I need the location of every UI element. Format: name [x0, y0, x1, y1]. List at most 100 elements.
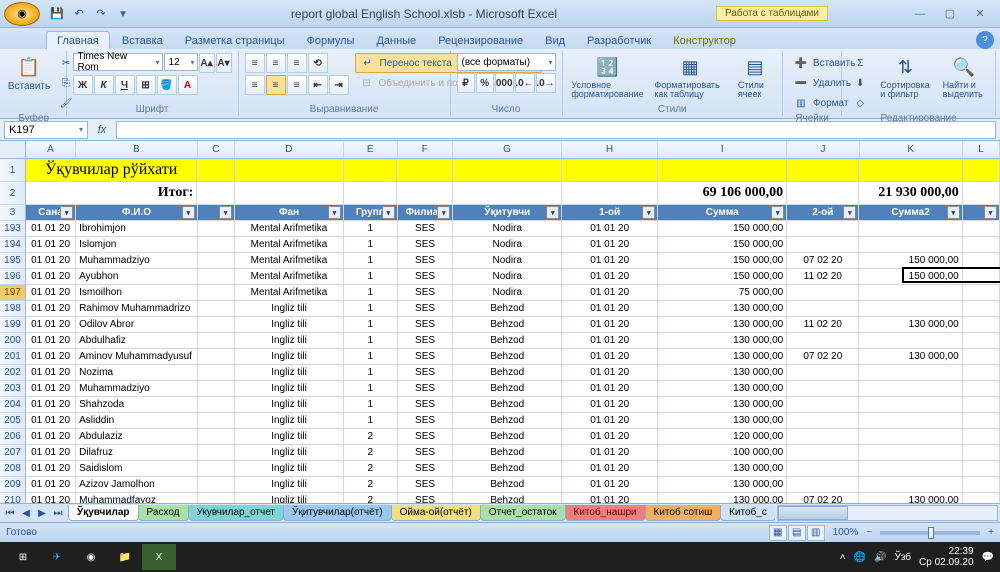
cell[interactable]: Nozima [76, 365, 198, 381]
tab-page-layout[interactable]: Разметка страницы [175, 32, 295, 49]
cell[interactable]: 1 [344, 349, 398, 365]
cell[interactable] [859, 159, 962, 182]
col-header[interactable]: H [562, 141, 658, 158]
font-color-button[interactable]: A [178, 75, 198, 95]
scrollbar-thumb[interactable] [778, 506, 848, 520]
cell[interactable] [963, 461, 1000, 477]
cell[interactable]: 2 [344, 477, 398, 493]
chrome-icon[interactable]: ◉ [74, 544, 108, 570]
cell[interactable]: 01 01 20 [26, 221, 76, 237]
cell[interactable] [787, 477, 859, 493]
table-header[interactable]: Сана [26, 205, 76, 221]
zoom-in-button[interactable]: + [988, 527, 994, 538]
cell[interactable]: 01 01 20 [26, 269, 76, 285]
font-size-combo[interactable]: 12 [164, 53, 198, 71]
zoom-out-button[interactable]: − [866, 527, 872, 538]
cell[interactable] [562, 159, 658, 182]
cell[interactable]: Ingliz tili [235, 317, 344, 333]
cell[interactable]: 01 01 20 [26, 477, 76, 493]
zoom-thumb[interactable] [928, 527, 934, 539]
cell[interactable] [963, 381, 1000, 397]
cell[interactable]: Ingliz tili [235, 397, 344, 413]
cell[interactable] [198, 349, 235, 365]
cell[interactable]: 1 [344, 285, 398, 301]
currency-button[interactable]: ₽ [457, 73, 475, 93]
cell[interactable] [787, 397, 859, 413]
cell[interactable] [963, 333, 1000, 349]
cell[interactable]: Muhammadziyo [76, 381, 198, 397]
align-bottom-button[interactable]: ≡ [287, 53, 307, 73]
cell[interactable]: Ingliz tili [235, 477, 344, 493]
volume-icon[interactable]: 🔊 [874, 552, 886, 563]
table-header[interactable]: Сумма [658, 205, 787, 221]
comma-button[interactable]: 000 [495, 73, 514, 93]
cell[interactable]: Ingliz tili [235, 333, 344, 349]
col-header[interactable]: F [398, 141, 453, 158]
cell[interactable] [562, 182, 658, 205]
select-all-corner[interactable] [0, 141, 26, 159]
cell[interactable] [198, 413, 235, 429]
row-header[interactable]: 195 [0, 253, 25, 269]
cell[interactable]: 01 01 20 [562, 317, 658, 333]
undo-icon[interactable]: ↶ [70, 5, 88, 23]
table-header[interactable]: Ўқитувчи [453, 205, 562, 221]
paste-button[interactable]: 📋 Вставить [8, 53, 50, 94]
cell[interactable]: 01 01 20 [562, 285, 658, 301]
align-middle-button[interactable]: ≡ [266, 53, 286, 73]
cell[interactable]: 07 02 20 [787, 349, 859, 365]
next-sheet-button[interactable]: ▶ [34, 505, 50, 521]
cell[interactable] [787, 159, 859, 182]
cell[interactable]: Odilov Abror [76, 317, 198, 333]
zoom-slider[interactable] [880, 531, 980, 535]
cells-area[interactable]: Ўқувчилар рўйхатиИтог:69 106 000,0021 93… [26, 159, 1000, 503]
sheet-tab[interactable]: Ўқувчилар [68, 505, 139, 521]
formula-input[interactable] [116, 121, 996, 139]
cell[interactable]: 01 01 20 [562, 365, 658, 381]
cell[interactable]: Dilafruz [76, 445, 198, 461]
table-header[interactable]: Филиал [398, 205, 454, 221]
cell[interactable]: Ingliz tili [235, 349, 344, 365]
cell[interactable]: 01 01 20 [26, 333, 76, 349]
cell[interactable]: Muhammadziyo [76, 253, 198, 269]
cell[interactable]: 150 000,00 [658, 269, 787, 285]
cell[interactable]: 150 000,00 [859, 269, 962, 285]
cell[interactable] [963, 205, 1000, 221]
cell[interactable] [198, 397, 235, 413]
horizontal-scrollbar[interactable] [777, 505, 998, 521]
cell[interactable]: 01 01 20 [562, 477, 658, 493]
cell[interactable]: 1 [344, 381, 398, 397]
sheet-tab[interactable]: Китоб_нашри [565, 505, 646, 521]
clear-button[interactable]: ◇ [848, 93, 872, 113]
table-header[interactable]: Групп [344, 205, 398, 221]
first-sheet-button[interactable]: ⏮ [2, 505, 18, 521]
cell[interactable]: Mental Arifmetika [235, 285, 344, 301]
start-button[interactable]: ⊞ [6, 544, 40, 570]
table-header[interactable] [198, 205, 235, 221]
cell[interactable]: SES [398, 397, 454, 413]
cell[interactable]: Ingliz tili [235, 493, 344, 503]
cell-styles-button[interactable]: ▤Стили ячеек [734, 53, 776, 101]
italic-button[interactable]: К [94, 75, 114, 95]
cell[interactable]: SES [398, 381, 454, 397]
cell[interactable]: SES [398, 477, 454, 493]
cell[interactable] [198, 461, 235, 477]
cell[interactable]: Behzod [453, 349, 562, 365]
language-indicator[interactable]: Ўзб [894, 552, 911, 563]
cell[interactable]: 01 01 20 [562, 221, 658, 237]
cell[interactable]: 130 000,00 [658, 365, 787, 381]
cell[interactable] [859, 381, 962, 397]
cell[interactable]: Ingliz tili [235, 381, 344, 397]
cell[interactable]: Behzod [453, 301, 562, 317]
cell[interactable] [787, 381, 859, 397]
save-icon[interactable]: 💾 [48, 5, 66, 23]
cell[interactable]: Mental Arifmetika [235, 237, 344, 253]
row-headers[interactable]: 1231931941951961971981992002012022032042… [0, 159, 26, 503]
row-header[interactable]: 201 [0, 349, 25, 365]
cell[interactable]: 1 [344, 365, 398, 381]
cell[interactable]: 1 [344, 237, 398, 253]
increase-decimal-button[interactable]: .0← [515, 73, 535, 93]
cell[interactable]: 130 000,00 [658, 397, 787, 413]
cell[interactable]: SES [398, 429, 454, 445]
cell[interactable] [787, 365, 859, 381]
decrease-indent-button[interactable]: ⇤ [308, 75, 328, 95]
